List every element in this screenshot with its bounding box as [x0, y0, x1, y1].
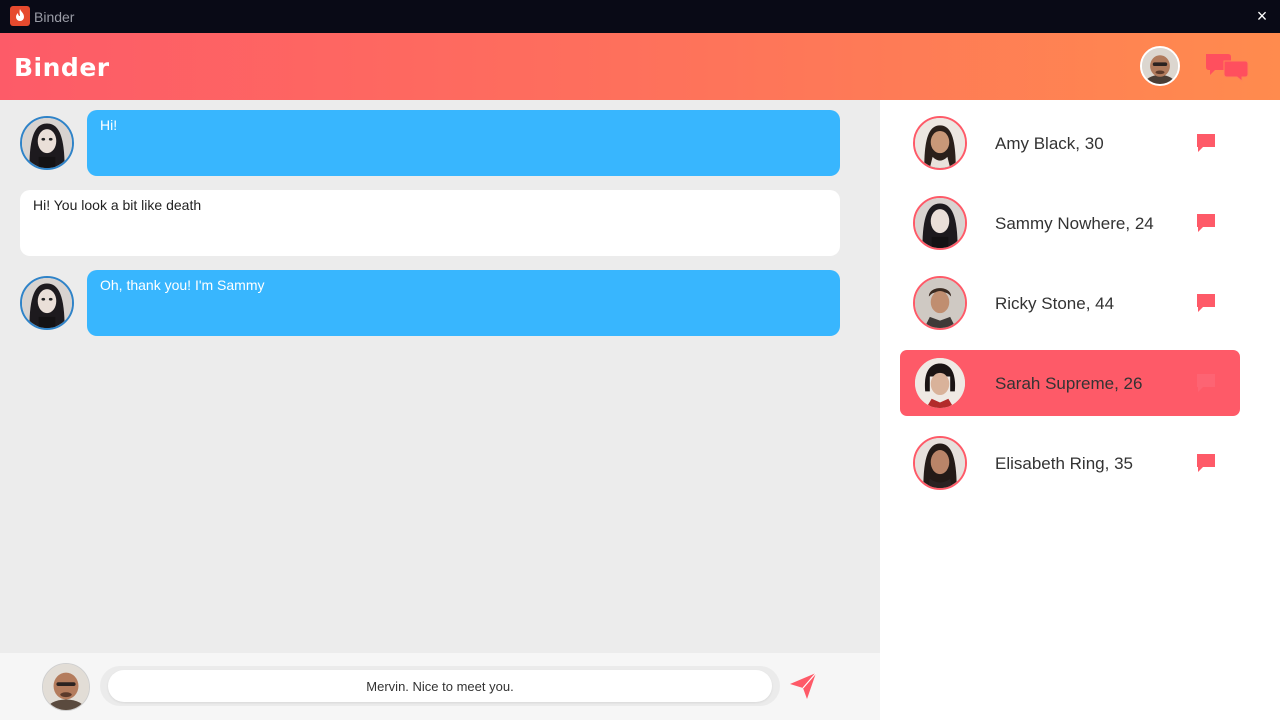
chat-bubble-icon[interactable] [1195, 372, 1217, 394]
contacts-list: Amy Black, 30 Sammy Nowhere, 24 Ricky St… [880, 100, 1280, 720]
contact-name: Ricky Stone, 44 [995, 294, 1115, 313]
contact-name: Elisabeth Ring, 35 [995, 454, 1133, 473]
sender-avatar [20, 276, 74, 330]
message-bubble-incoming: Hi! [87, 110, 840, 176]
chat-bubble-icon[interactable] [1195, 132, 1217, 154]
contact-item[interactable]: Amy Black, 30 [900, 110, 1240, 176]
message-row: Hi! You look a bit like death [0, 190, 880, 256]
window-titlebar: Binder × [0, 0, 1280, 33]
contact-item[interactable]: Elisabeth Ring, 35 [900, 430, 1240, 496]
message-composer [0, 653, 880, 720]
message-input[interactable] [108, 670, 772, 702]
contact-avatar [913, 436, 967, 490]
brand-title: Binder [14, 53, 110, 82]
contact-item-active[interactable]: Sarah Supreme, 26 [900, 350, 1240, 416]
contact-avatar [913, 356, 967, 410]
message-row: Oh, thank you! I'm Sammy [0, 270, 880, 336]
message-bubble-outgoing: Hi! You look a bit like death [20, 190, 840, 256]
contact-name: Sarah Supreme, 26 [995, 374, 1143, 393]
window-title: Binder [34, 9, 75, 25]
contact-avatar [913, 276, 967, 330]
chat-bubble-icon[interactable] [1195, 452, 1217, 474]
contact-name: Sammy Nowhere, 24 [995, 214, 1154, 233]
contact-name: Amy Black, 30 [995, 134, 1104, 153]
contact-avatar [913, 196, 967, 250]
app-header: Binder [0, 33, 1280, 100]
contact-item[interactable]: Sammy Nowhere, 24 [900, 190, 1240, 256]
contact-avatar [913, 116, 967, 170]
message-input-container [100, 666, 780, 706]
chat-bubble-icon[interactable] [1195, 212, 1217, 234]
contact-item[interactable]: Ricky Stone, 44 [900, 270, 1240, 336]
sender-avatar [20, 116, 74, 170]
message-row: Hi! [0, 110, 880, 176]
my-avatar [42, 663, 90, 711]
window-close-button[interactable]: × [1252, 6, 1272, 26]
user-avatar[interactable] [1140, 46, 1180, 86]
chat-bubbles-icon[interactable] [1204, 52, 1250, 83]
chat-pane: Hi! Hi! You look a bit like death Oh, th… [0, 100, 880, 653]
message-bubble-incoming: Oh, thank you! I'm Sammy [87, 270, 840, 336]
app-flame-icon [10, 6, 30, 26]
send-icon[interactable] [788, 671, 818, 701]
chat-bubble-icon[interactable] [1195, 292, 1217, 314]
